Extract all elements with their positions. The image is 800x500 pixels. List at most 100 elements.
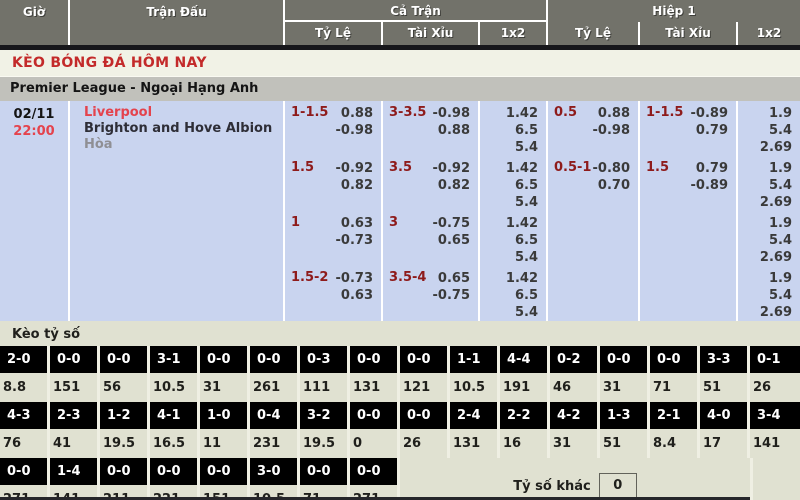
score-cell[interactable]: 0-00 <box>350 402 400 458</box>
score-value[interactable]: 3-2 <box>300 402 347 429</box>
score-value[interactable]: 0-0 <box>350 402 397 429</box>
score-value[interactable]: 2-1 <box>650 402 697 429</box>
score-cell[interactable]: 0-0211 <box>100 458 150 500</box>
score-value[interactable]: 4-0 <box>700 402 747 429</box>
ft-handicap-cell[interactable]: 1.5-0.920.82 <box>285 156 383 211</box>
score-cell[interactable]: 3-351 <box>700 346 750 402</box>
score-cell[interactable]: 0-3111 <box>300 346 350 402</box>
score-value[interactable]: 2-0 <box>0 346 47 373</box>
score-value[interactable]: 0-2 <box>550 346 597 373</box>
score-cell[interactable]: 4-231 <box>550 402 600 458</box>
score-value[interactable]: 0-0 <box>400 346 447 373</box>
score-cell[interactable]: 0-0131 <box>350 346 400 402</box>
score-cell[interactable]: 0-0271 <box>0 458 50 500</box>
score-value[interactable]: 0-4 <box>250 402 297 429</box>
score-value[interactable]: 0-3 <box>300 346 347 373</box>
score-value[interactable]: 0-0 <box>300 458 347 485</box>
ft-handicap-cell[interactable]: 1.5-2-0.730.63 <box>285 266 383 321</box>
h1-1x2-cell[interactable]: 1.95.42.69 <box>738 211 800 266</box>
score-value[interactable]: 0-0 <box>350 346 397 373</box>
score-cell[interactable]: 0-071 <box>300 458 350 500</box>
h1-1x2-cell[interactable]: 1.95.42.69 <box>738 266 800 321</box>
score-cell[interactable]: 2-18.4 <box>650 402 700 458</box>
h1-handicap-cell[interactable]: 0.50.88-0.98 <box>548 101 640 156</box>
score-value[interactable]: 0-1 <box>750 346 800 373</box>
score-value[interactable]: 0-0 <box>200 458 247 485</box>
ft-overunder-cell[interactable]: 3-3.5-0.980.88 <box>383 101 480 156</box>
score-value[interactable]: 0-0 <box>250 346 297 373</box>
score-value[interactable]: 0-0 <box>400 402 447 429</box>
score-value[interactable]: 4-4 <box>500 346 547 373</box>
score-cell[interactable]: 0-026 <box>400 402 450 458</box>
score-value[interactable]: 3-0 <box>250 458 297 485</box>
score-cell[interactable]: 0-0221 <box>150 458 200 500</box>
h1-1x2-cell[interactable]: 1.95.42.69 <box>738 101 800 156</box>
score-cell[interactable]: 0-246 <box>550 346 600 402</box>
h1-handicap-cell[interactable]: 0.5-1-0.800.70 <box>548 156 640 211</box>
league-header[interactable]: Premier League - Ngoại Hạng Anh <box>0 76 800 101</box>
score-cell[interactable]: 3-219.5 <box>300 402 350 458</box>
score-cell[interactable]: 0-056 <box>100 346 150 402</box>
score-value[interactable]: 2-2 <box>500 402 547 429</box>
ft-1x2-cell[interactable]: 1.426.55.4 <box>480 211 548 266</box>
score-cell[interactable]: 4-116.5 <box>150 402 200 458</box>
ft-1x2-cell[interactable]: 1.426.55.4 <box>480 156 548 211</box>
score-value[interactable]: 0-0 <box>600 346 647 373</box>
score-value[interactable]: 1-4 <box>50 458 97 485</box>
score-cell[interactable]: 2-216 <box>500 402 550 458</box>
score-cell[interactable]: 0-0151 <box>200 458 250 500</box>
ft-overunder-cell[interactable]: 3-0.750.65 <box>383 211 480 266</box>
ft-1x2-cell[interactable]: 1.426.55.4 <box>480 266 548 321</box>
score-cell[interactable]: 0-0121 <box>400 346 450 402</box>
h1-overunder-cell[interactable]: 1.50.79-0.89 <box>640 156 738 211</box>
score-cell[interactable]: 0-126 <box>750 346 800 402</box>
home-team[interactable]: Liverpool <box>84 105 283 121</box>
score-cell[interactable]: 0-0151 <box>50 346 100 402</box>
score-value[interactable]: 0-0 <box>350 458 397 485</box>
score-value[interactable]: 4-2 <box>550 402 597 429</box>
score-cell[interactable]: 4-376 <box>0 402 50 458</box>
score-value[interactable]: 3-1 <box>150 346 197 373</box>
score-cell[interactable]: 0-071 <box>650 346 700 402</box>
score-cell[interactable]: 1-351 <box>600 402 650 458</box>
score-cell[interactable]: 0-031 <box>200 346 250 402</box>
score-value[interactable]: 4-1 <box>150 402 197 429</box>
score-value[interactable]: 1-0 <box>200 402 247 429</box>
h1-1x2-cell[interactable]: 1.95.42.69 <box>738 156 800 211</box>
score-value[interactable]: 0-0 <box>50 346 97 373</box>
score-cell[interactable]: 0-031 <box>600 346 650 402</box>
ft-handicap-cell[interactable]: 1-1.50.88-0.98 <box>285 101 383 156</box>
score-cell[interactable]: 3-010.5 <box>250 458 300 500</box>
score-cell[interactable]: 1-219.5 <box>100 402 150 458</box>
score-cell[interactable]: 0-4231 <box>250 402 300 458</box>
score-value[interactable]: 0-0 <box>100 346 147 373</box>
score-value[interactable]: 1-1 <box>450 346 497 373</box>
score-cell[interactable]: 4-4191 <box>500 346 550 402</box>
score-value[interactable]: 1-3 <box>600 402 647 429</box>
score-value[interactable]: 0-0 <box>650 346 697 373</box>
score-cell[interactable]: 2-08.8 <box>0 346 50 402</box>
score-value[interactable]: 2-4 <box>450 402 497 429</box>
ft-overunder-cell[interactable]: 3.5-0.920.82 <box>383 156 480 211</box>
score-cell[interactable]: 1-011 <box>200 402 250 458</box>
score-value[interactable]: 3-4 <box>750 402 800 429</box>
score-value[interactable]: 1-2 <box>100 402 147 429</box>
score-value[interactable]: 0-0 <box>200 346 247 373</box>
score-value[interactable]: 4-3 <box>0 402 47 429</box>
score-cell[interactable]: 4-017 <box>700 402 750 458</box>
score-cell[interactable]: 0-0271 <box>350 458 400 500</box>
score-cell[interactable]: 2-341 <box>50 402 100 458</box>
score-value[interactable]: 0-0 <box>150 458 197 485</box>
ft-overunder-cell[interactable]: 3.5-40.65-0.75 <box>383 266 480 321</box>
h1-overunder-cell[interactable]: 1-1.5-0.890.79 <box>640 101 738 156</box>
score-value[interactable]: 0-0 <box>0 458 47 485</box>
score-cell[interactable]: 2-4131 <box>450 402 500 458</box>
score-cell[interactable]: 1-110.5 <box>450 346 500 402</box>
score-value[interactable]: 3-3 <box>700 346 747 373</box>
ft-1x2-cell[interactable]: 1.426.55.4 <box>480 101 548 156</box>
away-team[interactable]: Brighton and Hove Albion <box>84 121 283 137</box>
ft-handicap-cell[interactable]: 10.63-0.73 <box>285 211 383 266</box>
score-value[interactable]: 2-3 <box>50 402 97 429</box>
score-value[interactable]: 0-0 <box>100 458 147 485</box>
score-cell[interactable]: 1-4141 <box>50 458 100 500</box>
